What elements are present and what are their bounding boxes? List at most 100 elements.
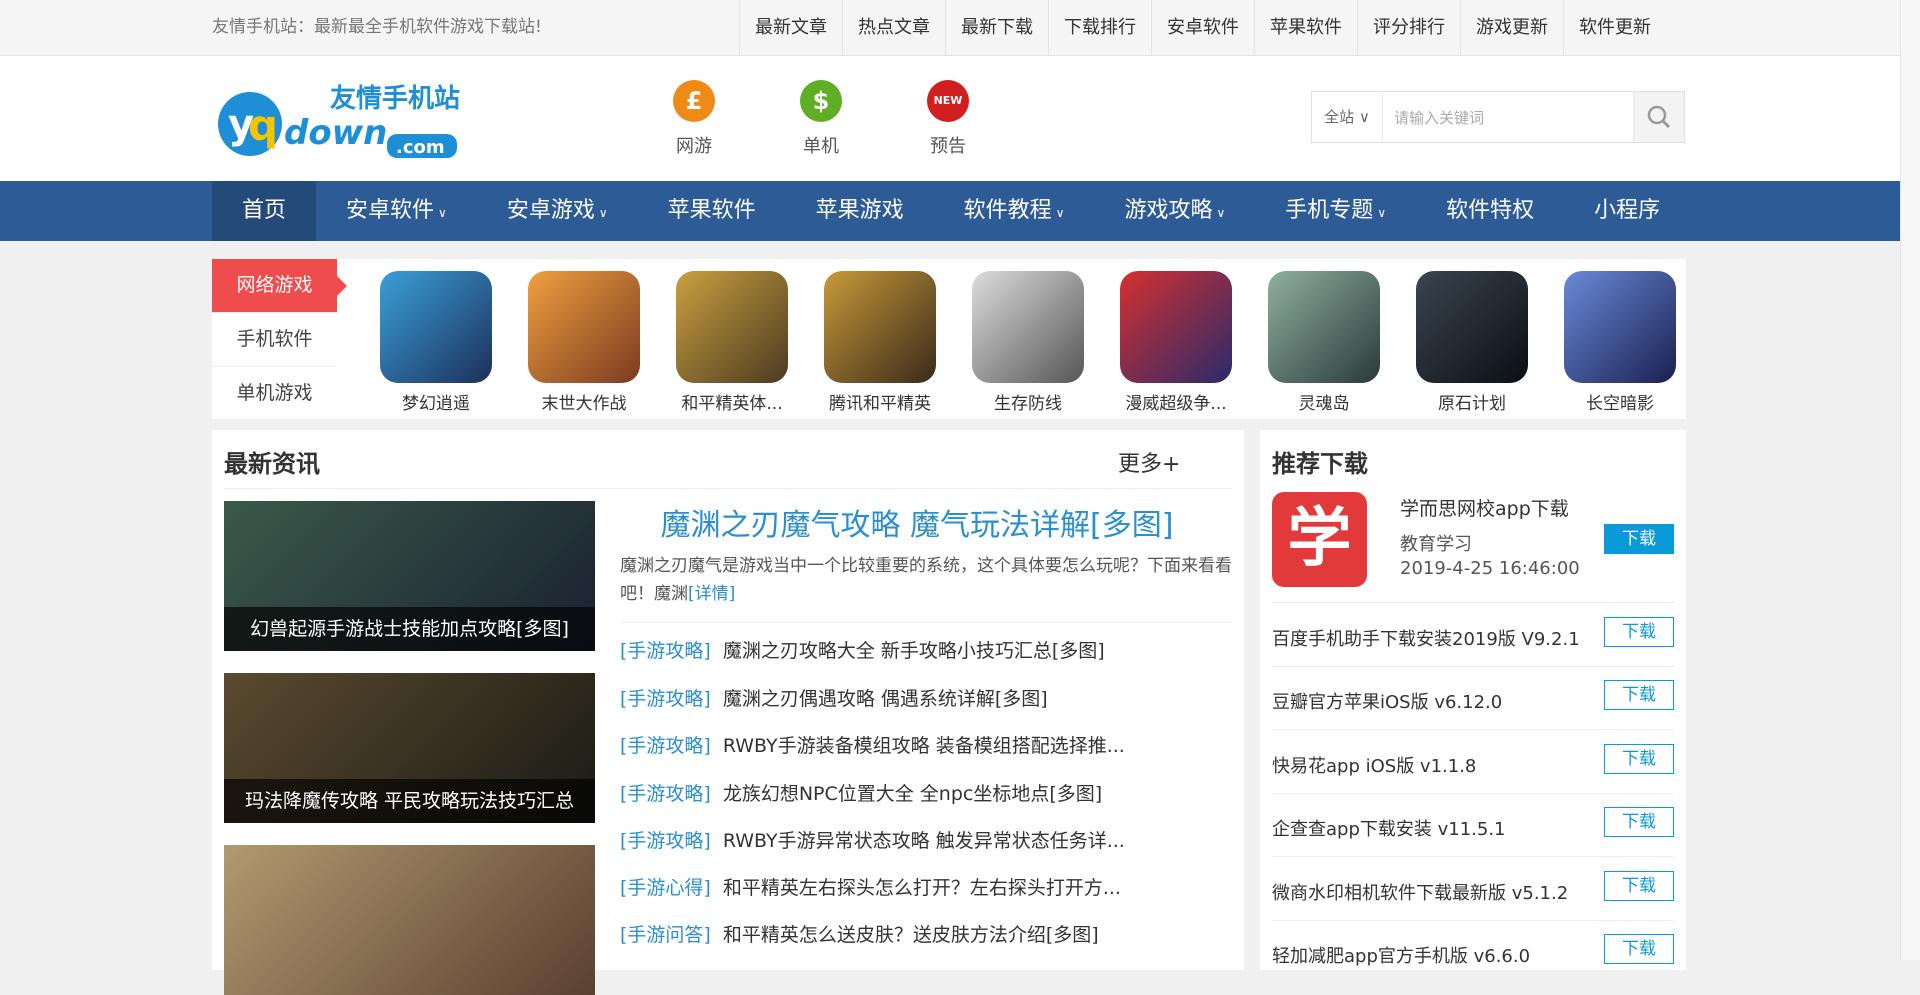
nav-mini-programs[interactable]: 小程序 <box>1564 181 1690 241</box>
download-button[interactable]: 下载 <box>1604 617 1674 647</box>
vertical-scrollbar[interactable] <box>1900 0 1920 960</box>
site-logo[interactable]: y q down .com 友情手机站 <box>212 74 462 164</box>
top-link-android-software[interactable]: 安卓软件 <box>1151 0 1254 55</box>
detail-link[interactable]: [详情] <box>688 584 735 604</box>
news-headline[interactable]: 魔渊之刃魔气攻略 魔气玩法详解[多图] <box>612 500 1222 544</box>
news-category[interactable]: [手游攻略] <box>620 783 711 805</box>
nav-apple-software[interactable]: 苹果软件 <box>638 181 786 241</box>
recommend-item[interactable]: 豆瓣官方苹果iOS版 v6.12.0 <box>1272 688 1602 714</box>
news-list-item[interactable]: [手游攻略] 魔渊之刃偶遇攻略 偶遇系统详解[多图] <box>620 684 1230 711</box>
game-item[interactable]: 灵魂岛 <box>1250 271 1398 414</box>
search-input[interactable] <box>1392 100 1596 136</box>
news-list-item[interactable]: [手游攻略] 魔渊之刃攻略大全 新手攻略小技巧汇总[多图] <box>620 636 1230 663</box>
divider <box>1272 602 1674 603</box>
top-link-rating-ranking[interactable]: 评分排行 <box>1357 0 1460 55</box>
news-list-item[interactable]: [手游攻略] RWBY手游装备模组攻略 装备模组搭配选择推... <box>620 731 1230 758</box>
search-box: 全站 ∨ <box>1311 91 1685 143</box>
game-item[interactable]: 和平精英体... <box>658 271 806 414</box>
game-icon[interactable] <box>1120 271 1232 383</box>
download-button[interactable]: 下载 <box>1604 871 1674 901</box>
news-category[interactable]: [手游攻略] <box>620 688 711 710</box>
game-item[interactable]: 梦幻逍遥 <box>362 271 510 414</box>
top-link-software-updates[interactable]: 软件更新 <box>1563 0 1666 55</box>
game-icon[interactable] <box>1416 271 1528 383</box>
top-link-hot-articles[interactable]: 热点文章 <box>842 0 945 55</box>
tab-online-games[interactable]: 网络游戏 <box>212 259 347 313</box>
online-games-link[interactable]: £ 网游 <box>654 80 734 158</box>
game-icon[interactable] <box>676 271 788 383</box>
news-list-item[interactable]: [手游心得] 和平精英左右探头怎么打开？左右探头打开方... <box>620 873 1230 900</box>
top-link-latest-articles[interactable]: 最新文章 <box>739 0 842 55</box>
recommend-item[interactable]: 百度手机助手下载安装2019版 V9.2.1 <box>1272 625 1602 651</box>
chevron-down-icon: ∨ <box>1377 206 1387 220</box>
pound-coin-icon: £ <box>673 80 715 122</box>
recommend-panel: 推荐下载 学 学而思网校app下载安 教育学习 2019-4-25 16:46:… <box>1260 430 1686 970</box>
news-category[interactable]: [手游心得] <box>620 877 711 899</box>
recommend-item[interactable]: 轻加减肥app官方手机版 v6.6.0 <box>1272 942 1602 968</box>
nav-android-games[interactable]: 安卓游戏 ∨ <box>477 181 638 241</box>
chevron-down-icon: ∨ <box>1055 206 1065 220</box>
news-list-item[interactable]: [手游攻略] 龙族幻想NPC位置大全 全npc坐标地点[多图] <box>620 779 1230 806</box>
divider <box>1272 920 1674 921</box>
game-item[interactable]: 末世大作战 <box>510 271 658 414</box>
nav-software-privileges[interactable]: 软件特权 <box>1416 181 1564 241</box>
game-name: 灵魂岛 <box>1298 394 1350 414</box>
game-item[interactable]: 原石计划 <box>1398 271 1546 414</box>
featured-download-button[interactable]: 下载 <box>1604 524 1674 554</box>
game-icon[interactable] <box>380 271 492 383</box>
download-button[interactable]: 下载 <box>1604 744 1674 774</box>
search-button[interactable] <box>1633 92 1684 142</box>
news-item-title: 和平精英左右探头怎么打开？左右探头打开方... <box>722 877 1121 899</box>
nav-game-guides[interactable]: 游戏攻略 ∨ <box>1094 181 1255 241</box>
divider <box>1272 666 1674 667</box>
nav-mobile-topics[interactable]: 手机专题 ∨ <box>1255 181 1416 241</box>
tab-mobile-software[interactable]: 手机软件 <box>212 313 337 367</box>
download-button[interactable]: 下载 <box>1604 807 1674 837</box>
news-list-item[interactable]: [手游问答] 和平精英怎么送皮肤？送皮肤方法介绍[多图] <box>620 920 1230 947</box>
featured-app-icon[interactable]: 学 <box>1272 492 1367 587</box>
game-icon[interactable] <box>1268 271 1380 383</box>
news-list-item[interactable]: [手游攻略] RWBY手游异常状态攻略 触发异常状态任务详... <box>620 826 1230 853</box>
games-list: 梦幻逍遥 末世大作战 和平精英体... 腾讯和平精英 生存防线 漫威超级争... 灵魂岛 原石… <box>362 271 1694 414</box>
tab-single-games[interactable]: 单机游戏 <box>212 367 337 421</box>
game-item[interactable]: 漫威超级争... <box>1102 271 1250 414</box>
nav-home[interactable]: 首页 <box>212 181 317 241</box>
news-more-link[interactable]: 更多+ <box>1118 446 1180 478</box>
game-icon[interactable] <box>1564 271 1676 383</box>
news-category[interactable]: [手游攻略] <box>620 640 711 662</box>
top-link-apple-software[interactable]: 苹果软件 <box>1254 0 1357 55</box>
top-link-game-updates[interactable]: 游戏更新 <box>1460 0 1563 55</box>
game-icon[interactable] <box>528 271 640 383</box>
nav-apple-games[interactable]: 苹果游戏 <box>786 181 934 241</box>
download-button[interactable]: 下载 <box>1604 680 1674 710</box>
svg-text:q: q <box>248 101 278 150</box>
main-nav: 首页 安卓软件 ∨ 安卓游戏 ∨ 苹果软件 苹果游戏 软件教程 ∨ 游戏攻略 ∨ 手机专… <box>0 181 1900 241</box>
news-item-title: 龙族幻想NPC位置大全 全npc坐标地点[多图] <box>722 783 1103 805</box>
game-icon[interactable] <box>972 271 1084 383</box>
news-thumb[interactable]: 幻兽起源手游战士技能加点攻略[多图] <box>224 501 595 651</box>
news-category[interactable]: [手游问答] <box>620 924 711 946</box>
game-icon[interactable] <box>824 271 936 383</box>
preview-link[interactable]: NEW 预告 <box>908 80 988 158</box>
news-thumb[interactable] <box>224 845 595 995</box>
search-scope-select[interactable]: 全站 ∨ <box>1312 92 1383 142</box>
single-games-link[interactable]: $ 单机 <box>781 80 861 158</box>
recommend-item[interactable]: 企查查app下载安装 v11.5.1 <box>1272 815 1602 841</box>
recommend-item[interactable]: 快易花app iOS版 v1.1.8 <box>1272 752 1602 778</box>
news-category[interactable]: [手游攻略] <box>620 830 711 852</box>
recommend-title: 推荐下载 <box>1272 450 1368 478</box>
game-item[interactable]: 生存防线 <box>954 271 1102 414</box>
news-category[interactable]: [手游攻略] <box>620 735 711 757</box>
news-thumb[interactable]: 玛法降魔传攻略 平民攻略玩法技巧汇总 <box>224 673 595 823</box>
recommend-item[interactable]: 微商水印相机软件下载最新版 v5.1.2 <box>1272 879 1602 905</box>
chevron-down-icon: ∨ <box>1216 206 1226 220</box>
game-name: 长空暗影 <box>1586 394 1654 414</box>
game-name: 原石计划 <box>1438 394 1506 414</box>
top-link-latest-downloads[interactable]: 最新下载 <box>945 0 1048 55</box>
featured-app-name[interactable]: 学而思网校app下载安 <box>1400 494 1570 521</box>
game-item[interactable]: 长空暗影 <box>1546 271 1694 414</box>
game-item[interactable]: 腾讯和平精英 <box>806 271 954 414</box>
top-link-download-ranking[interactable]: 下载排行 <box>1048 0 1151 55</box>
nav-software-tutorials[interactable]: 软件教程 ∨ <box>934 181 1095 241</box>
nav-android-software[interactable]: 安卓软件 ∨ <box>316 181 477 241</box>
